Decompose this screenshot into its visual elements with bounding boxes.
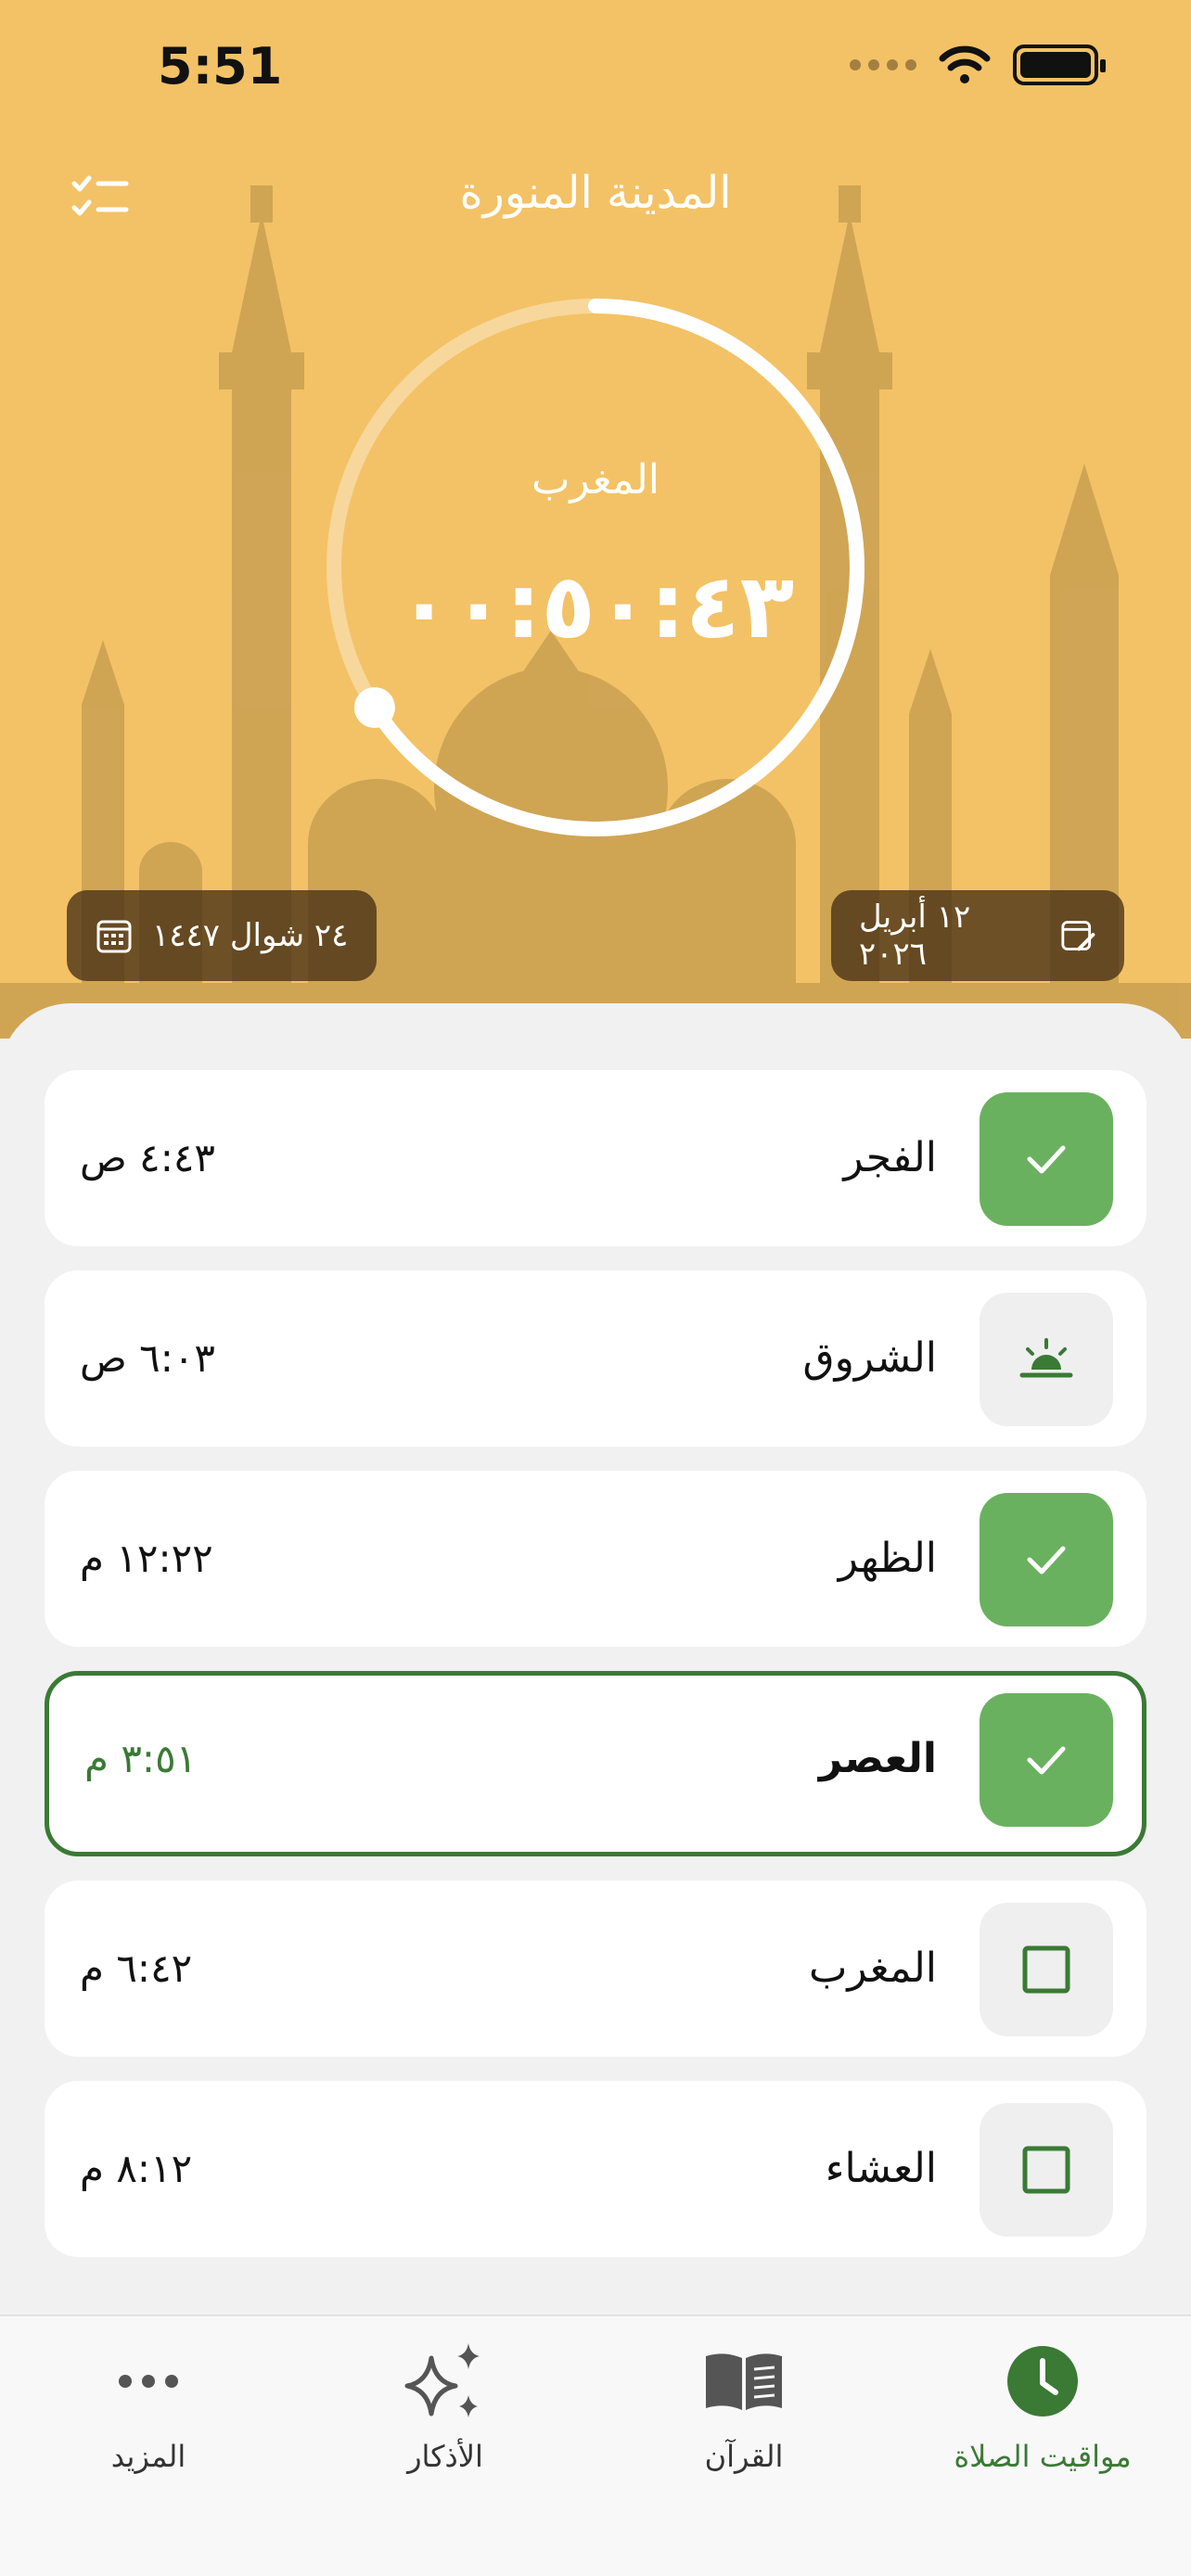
prayer-name: المغرب (809, 1945, 937, 1992)
tab-azkar-label: الأذكار (407, 2439, 483, 2474)
gregorian-date-chip[interactable]: ١٢ أبريل ٢٠٢٦ (831, 890, 1124, 981)
prayer-name: الظهر (838, 1535, 937, 1582)
header-hero: 5:51 المدينة المنورة المغرب ٠٠:٥٠:٤٣ ٢٤ … (0, 0, 1191, 1039)
checkmark-icon (1027, 1546, 1066, 1575)
empty-checkbox-icon (1022, 2146, 1070, 2194)
cellular-signal-icon (850, 59, 916, 70)
prayer-card[interactable]: الفجر ٤:٤٣ ص (45, 1070, 1146, 1246)
wifi-icon (939, 45, 991, 83)
tab-prayer-times-label: مواقيت الصلاة (954, 2439, 1132, 2474)
prayer-time: ٣:٥١ م (84, 1736, 198, 1781)
tab-quran-label: القرآن (704, 2439, 784, 2474)
prayer-checkbox[interactable] (980, 1903, 1113, 2036)
status-bar-time: 5:51 (158, 37, 283, 96)
sunrise-icon (1019, 1338, 1073, 1378)
prayer-time: ٦:٤٢ م (80, 1945, 193, 1991)
battery-icon (1013, 45, 1106, 85)
prayer-card[interactable]: العشاء ٨:١٢ م (45, 2081, 1146, 2257)
progress-knob (353, 687, 395, 729)
prayer-time: ١٢:٢٢ م (80, 1536, 213, 1581)
more-dots-icon (119, 2375, 178, 2388)
prayer-name: الفجر (843, 1134, 937, 1181)
prayer-card[interactable]: الظهر ١٢:٢٢ م (45, 1471, 1146, 1647)
checkmark-icon (1027, 1145, 1066, 1174)
prayer-checkbox[interactable] (980, 1693, 1113, 1827)
tab-azkar[interactable]: الأذكار (325, 2335, 566, 2474)
tab-more[interactable]: المزيد (28, 2335, 269, 2474)
prayer-card[interactable]: الشروق ٦:٠٣ ص (45, 1270, 1146, 1447)
open-book-icon (706, 2353, 782, 2410)
calendar-edit-icon (1061, 921, 1095, 951)
city-title[interactable]: المدينة المنورة (0, 167, 1191, 219)
tab-more-label: المزيد (110, 2439, 186, 2474)
prayer-time: ٨:١٢ م (80, 2146, 193, 2191)
sunrise-badge (980, 1293, 1113, 1426)
tab-prayer-times[interactable]: مواقيت الصلاة (922, 2335, 1163, 2474)
hijri-date-chip[interactable]: ٢٤ شوال ١٤٤٧ (67, 890, 377, 981)
calendar-grid-icon (96, 920, 132, 953)
hijri-date-label: ٢٤ شوال ١٤٤٧ (152, 917, 349, 954)
clock-icon (1007, 2346, 1078, 2417)
tab-quran[interactable]: القرآن (623, 2335, 864, 2474)
prayer-card[interactable]: العصر ٣:٥١ م (45, 1671, 1146, 1856)
empty-checkbox-icon (1022, 1945, 1070, 1994)
prayer-checkbox[interactable] (980, 2103, 1113, 2237)
prayer-checkbox[interactable] (980, 1493, 1113, 1626)
prayer-time: ٤:٤٣ ص (80, 1135, 215, 1180)
prayer-name: العصر (818, 1735, 937, 1782)
bottom-tab-bar: المزيد الأذكار القرآن مواقيت الصلاة (0, 2315, 1191, 2576)
sparkles-icon (404, 2343, 480, 2417)
prayer-name: الشروق (802, 1334, 937, 1382)
checkmark-icon (1027, 1746, 1066, 1775)
prayer-time: ٦:٠٣ ص (80, 1335, 215, 1381)
countdown-timer: ٠٠:٥٠:٤٣ (396, 555, 795, 658)
status-bar-icons (850, 45, 1106, 85)
prayer-name: العشاء (825, 2145, 937, 2192)
next-prayer-name: المغرب (531, 456, 660, 504)
gregorian-date-label: ١٢ أبريل ٢٠٢٦ (859, 899, 971, 973)
prayer-checkbox[interactable] (980, 1092, 1113, 1226)
prayer-card[interactable]: المغرب ٦:٤٢ م (45, 1881, 1146, 2057)
